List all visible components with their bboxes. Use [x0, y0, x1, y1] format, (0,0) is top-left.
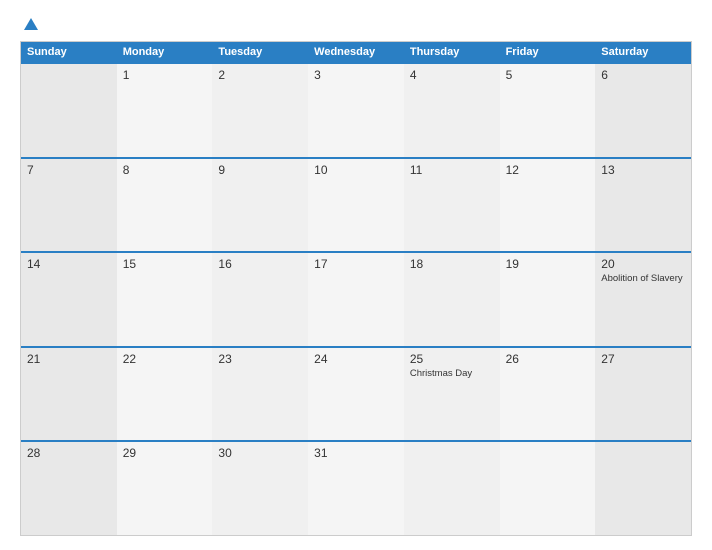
calendar-week-5: 28 29 30 31 [21, 440, 691, 535]
header-cell-friday: Friday [500, 42, 596, 62]
cal-cell: 9 [212, 159, 308, 252]
cal-cell: 17 [308, 253, 404, 346]
header-cell-wednesday: Wednesday [308, 42, 404, 62]
day-number: 24 [314, 352, 398, 366]
cal-cell [500, 442, 596, 535]
event-label: Abolition of Slavery [601, 273, 685, 285]
logo-triangle-icon [24, 18, 38, 30]
header [20, 18, 692, 31]
day-number: 11 [410, 163, 494, 177]
day-number: 1 [123, 68, 207, 82]
cal-cell: 11 [404, 159, 500, 252]
day-number: 7 [27, 163, 111, 177]
cal-cell: 29 [117, 442, 213, 535]
cal-cell [595, 442, 691, 535]
day-number: 10 [314, 163, 398, 177]
cal-cell: 21 [21, 348, 117, 441]
day-number: 14 [27, 257, 111, 271]
cal-cell: 18 [404, 253, 500, 346]
day-number: 13 [601, 163, 685, 177]
day-number: 20 [601, 257, 685, 271]
header-cell-thursday: Thursday [404, 42, 500, 62]
calendar: SundayMondayTuesdayWednesdayThursdayFrid… [20, 41, 692, 536]
cal-cell: 22 [117, 348, 213, 441]
cal-cell: 14 [21, 253, 117, 346]
event-label: Christmas Day [410, 368, 494, 380]
cal-cell: 2 [212, 64, 308, 157]
cal-cell: 1 [117, 64, 213, 157]
day-number: 28 [27, 446, 111, 460]
cal-cell: 26 [500, 348, 596, 441]
cal-cell: 25 Christmas Day [404, 348, 500, 441]
day-number: 4 [410, 68, 494, 82]
cal-cell: 6 [595, 64, 691, 157]
cal-cell: 7 [21, 159, 117, 252]
day-number: 29 [123, 446, 207, 460]
page: SundayMondayTuesdayWednesdayThursdayFrid… [0, 0, 712, 550]
day-number: 8 [123, 163, 207, 177]
cal-cell: 20 Abolition of Slavery [595, 253, 691, 346]
day-number: 17 [314, 257, 398, 271]
header-cell-saturday: Saturday [595, 42, 691, 62]
cal-cell: 30 [212, 442, 308, 535]
day-number: 26 [506, 352, 590, 366]
calendar-week-3: 14 15 16 17 18 19 20 Abolition of Slavery [21, 251, 691, 346]
cal-cell: 15 [117, 253, 213, 346]
day-number: 31 [314, 446, 398, 460]
cal-cell: 3 [308, 64, 404, 157]
cal-cell [404, 442, 500, 535]
header-cell-monday: Monday [117, 42, 213, 62]
day-number: 19 [506, 257, 590, 271]
day-number: 15 [123, 257, 207, 271]
day-number: 6 [601, 68, 685, 82]
cal-cell: 12 [500, 159, 596, 252]
day-number: 2 [218, 68, 302, 82]
day-number: 21 [27, 352, 111, 366]
cal-cell [21, 64, 117, 157]
cal-cell: 10 [308, 159, 404, 252]
cal-cell: 8 [117, 159, 213, 252]
day-number: 22 [123, 352, 207, 366]
day-number: 23 [218, 352, 302, 366]
day-number: 16 [218, 257, 302, 271]
cal-cell: 27 [595, 348, 691, 441]
logo [20, 18, 38, 31]
cal-cell: 16 [212, 253, 308, 346]
day-number: 27 [601, 352, 685, 366]
cal-cell: 24 [308, 348, 404, 441]
day-number: 5 [506, 68, 590, 82]
calendar-week-4: 21 22 23 24 25 Christmas Day 26 27 [21, 346, 691, 441]
day-number: 9 [218, 163, 302, 177]
calendar-header-row: SundayMondayTuesdayWednesdayThursdayFrid… [21, 42, 691, 62]
cal-cell: 28 [21, 442, 117, 535]
calendar-week-2: 789 10 11 12 13 [21, 157, 691, 252]
day-number: 12 [506, 163, 590, 177]
cal-cell: 19 [500, 253, 596, 346]
cal-cell: 4 [404, 64, 500, 157]
cal-cell: 13 [595, 159, 691, 252]
cal-cell: 23 [212, 348, 308, 441]
header-cell-sunday: Sunday [21, 42, 117, 62]
cal-cell: 31 [308, 442, 404, 535]
day-number: 25 [410, 352, 494, 366]
day-number: 30 [218, 446, 302, 460]
calendar-week-1: 123456 [21, 62, 691, 157]
header-cell-tuesday: Tuesday [212, 42, 308, 62]
calendar-body: 1234567891011121314151617181920Abolition… [21, 62, 691, 535]
day-number: 18 [410, 257, 494, 271]
cal-cell: 5 [500, 64, 596, 157]
day-number: 3 [314, 68, 398, 82]
